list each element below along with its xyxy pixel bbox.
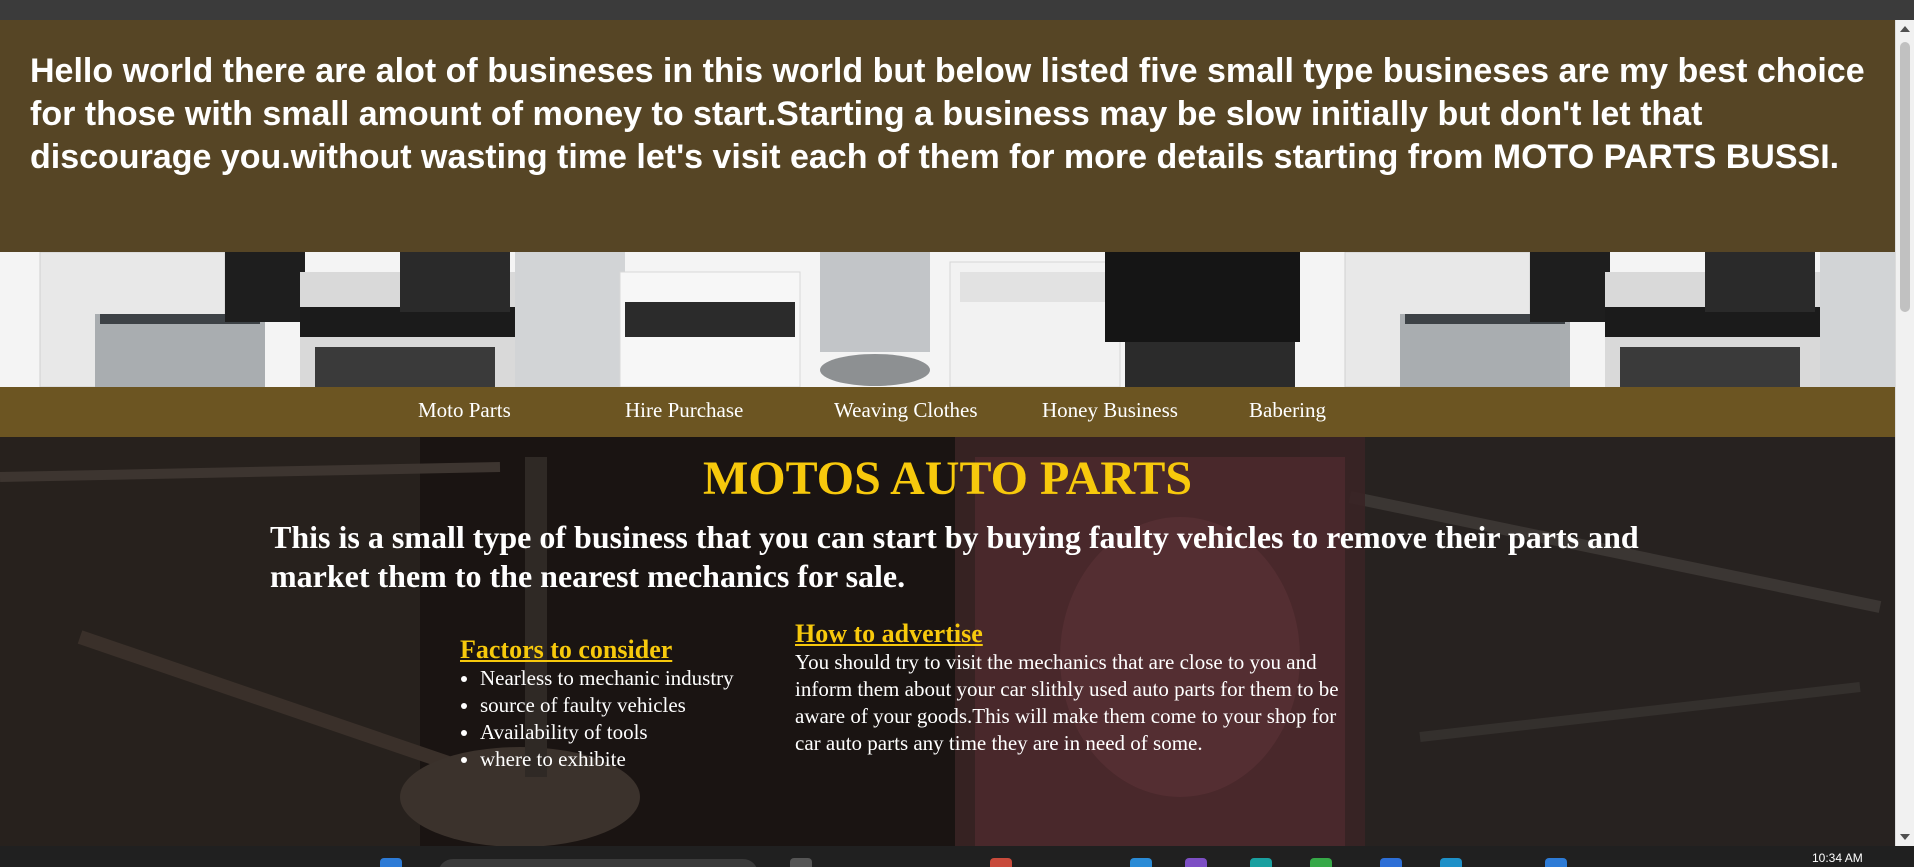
appliances-illustration <box>0 252 1895 387</box>
factors-list: Nearless to mechanic industry source of … <box>460 665 780 773</box>
section-title: MOTOS AUTO PARTS <box>702 452 1193 505</box>
taskbar-search-box[interactable] <box>438 859 758 867</box>
page-scrollbar[interactable] <box>1895 20 1914 846</box>
app-icon[interactable] <box>1185 858 1207 867</box>
app-icon[interactable] <box>1545 858 1567 867</box>
factor-item: Availability of tools <box>480 719 780 746</box>
appliances-banner-image <box>0 252 1895 387</box>
start-icon[interactable] <box>380 858 402 867</box>
app-icon[interactable] <box>990 858 1012 867</box>
taskbar-clock[interactable]: 10:34 AM <box>1812 851 1863 865</box>
scroll-down-arrow-icon[interactable] <box>1900 834 1910 840</box>
os-taskbar: 10:34 AM <box>0 846 1914 867</box>
factors-heading: Factors to consider <box>460 635 673 664</box>
advertise-heading: How to advertise <box>795 619 983 648</box>
factors-block: Factors to consider Nearless to mechanic… <box>460 635 780 773</box>
motos-auto-parts-section: MOTOS AUTO PARTS This is a small type of… <box>0 437 1895 846</box>
advertise-block: How to advertise You should try to visit… <box>795 619 1365 757</box>
intro-text: Hello world there are alot of busineses … <box>30 52 1865 176</box>
taskview-icon[interactable] <box>790 858 812 867</box>
scroll-up-arrow-icon[interactable] <box>1900 26 1910 32</box>
main-navigation: Moto Parts Hire Purchase Weaving Clothes… <box>0 387 1895 437</box>
app-icon[interactable] <box>1440 858 1462 867</box>
browser-viewport: Hello world there are alot of busineses … <box>0 20 1895 846</box>
factor-item: Nearless to mechanic industry <box>480 665 780 692</box>
app-icon[interactable] <box>1310 858 1332 867</box>
app-icon[interactable] <box>1250 858 1272 867</box>
section-description: This is a small type of business that yo… <box>270 519 1639 594</box>
nav-link-hire-purchase[interactable]: Hire Purchase <box>625 398 743 423</box>
app-icon[interactable] <box>1130 858 1152 867</box>
nav-link-moto-parts[interactable]: Moto Parts <box>418 398 511 423</box>
factor-item: where to exhibite <box>480 746 780 773</box>
nav-link-babering[interactable]: Babering <box>1249 398 1326 423</box>
nav-link-weaving-clothes[interactable]: Weaving Clothes <box>834 398 978 423</box>
scrollbar-thumb[interactable] <box>1900 42 1910 312</box>
nav-link-honey-business[interactable]: Honey Business <box>1042 398 1178 423</box>
app-icon[interactable] <box>1380 858 1402 867</box>
advertise-text: You should try to visit the mechanics th… <box>795 650 1339 755</box>
factor-item: source of faulty vehicles <box>480 692 780 719</box>
intro-banner: Hello world there are alot of busineses … <box>0 20 1895 252</box>
window-top-strip <box>0 0 1914 20</box>
